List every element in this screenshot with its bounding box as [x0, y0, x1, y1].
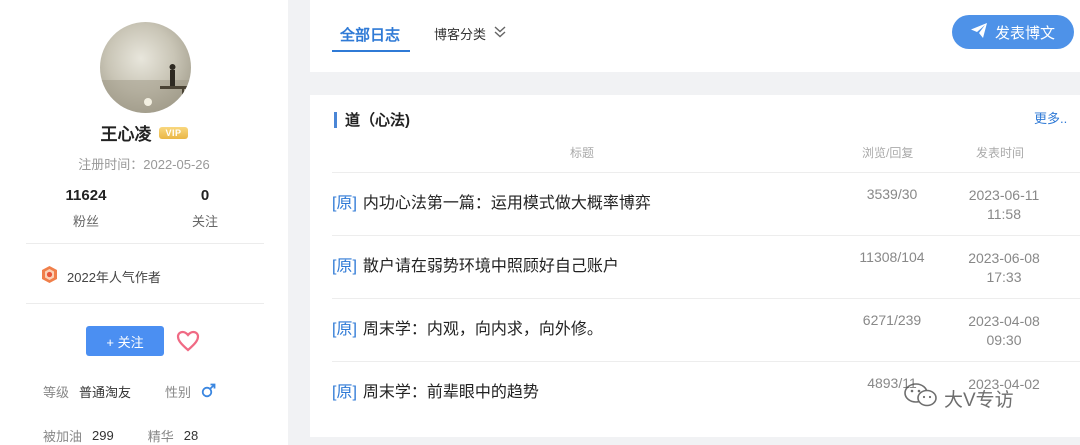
original-tag: [原] — [332, 384, 357, 401]
article-title[interactable]: 内功心法第一篇：运用模式做大概率博弈 — [363, 189, 651, 213]
male-icon — [201, 383, 216, 401]
section-title-text: 道（心法) — [345, 112, 410, 129]
article-views: 6271/239 — [862, 312, 922, 328]
cheer-value: 299 — [92, 428, 114, 443]
watermark: 大V专访 — [904, 382, 1014, 414]
tab-blog-category[interactable]: 博客分类 — [434, 24, 506, 43]
article-title[interactable]: 散户请在弱势环境中照顾好自己账户 — [363, 252, 619, 276]
article-date-day: 2023-04-08 — [968, 313, 1040, 329]
active-tab-underline — [332, 50, 410, 52]
fans-count: 11624 — [65, 187, 107, 204]
register-date: 注册时间：2022-05-26 — [78, 157, 210, 172]
article-date-day: 2023-06-11 — [968, 187, 1040, 203]
chevron-down-icon — [494, 26, 506, 41]
tab-all-logs[interactable]: 全部日志 — [340, 24, 400, 45]
gender-label: 性别 — [165, 385, 192, 400]
article-date: 2023-06-11 11:58 — [952, 186, 1056, 224]
cheer-row: 被加油 299 精华 28 — [43, 426, 198, 445]
publish-post-label: 发表博文 — [994, 24, 1055, 42]
original-tag: [原] — [332, 195, 357, 212]
article-date-time: 09:30 — [986, 332, 1022, 348]
follow-stat[interactable]: 0 关注 — [145, 187, 265, 230]
original-tag: [原] — [332, 258, 357, 275]
fans-stat[interactable]: 11624 粉丝 — [26, 187, 146, 230]
article-date-time: 11:58 — [987, 206, 1021, 222]
column-views: 浏览/回复 — [862, 146, 914, 160]
essence-label: 精华 — [147, 429, 174, 444]
section-marker — [334, 111, 337, 128]
article-title[interactable]: 周末学：前辈眼中的趋势 — [363, 378, 539, 402]
article-row[interactable]: [原] 内功心法第一篇：运用模式做大概率博弈 3539/30 2023-06-11… — [332, 172, 1080, 235]
tab-bar: 全部日志 博客分类 发表博文 — [310, 0, 1080, 72]
wechat-icon — [904, 382, 938, 414]
watermark-text: 大V专访 — [944, 389, 1014, 411]
avatar[interactable] — [100, 22, 191, 113]
award-text: 2022年人气作者 — [67, 269, 161, 285]
article-row[interactable]: [原] 周末学：内观，向内求，向外修。 6271/239 2023-04-08 09… — [332, 298, 1080, 361]
article-date: 2023-06-08 17:33 — [952, 249, 1056, 287]
divider — [26, 303, 264, 304]
more-link[interactable]: 更多.. — [1034, 108, 1067, 127]
cheer-label: 被加油 — [43, 429, 83, 444]
divider — [26, 243, 264, 244]
article-date-time: 17:33 — [986, 269, 1022, 285]
follow-label: 关注 — [191, 214, 218, 229]
level-label: 等级 — [43, 385, 70, 400]
article-row[interactable]: [原] 散户请在弱势环境中照顾好自己账户 11308/104 2023-06-08… — [332, 235, 1080, 298]
vip-badge: VIP — [159, 126, 188, 139]
section-title: 道（心法) — [334, 109, 410, 130]
article-views: 11308/104 — [859, 249, 925, 265]
follow-count: 0 — [200, 187, 210, 204]
essence-value: 28 — [183, 428, 199, 443]
fans-label: 粉丝 — [72, 214, 99, 229]
article-title[interactable]: 周末学：内观，向内求，向外修。 — [363, 315, 603, 339]
original-tag: [原] — [332, 321, 357, 338]
publish-post-button[interactable]: 发表博文 — [952, 15, 1074, 49]
paper-plane-icon — [970, 22, 987, 42]
profile-card: 王心凌 VIP 注册时间：2022-05-26 11624 粉丝 0 关注 20… — [0, 0, 288, 445]
heart-icon[interactable] — [176, 330, 200, 357]
award-badge: 2022年人气作者 — [40, 265, 161, 287]
article-date: 2023-04-08 09:30 — [952, 312, 1056, 350]
article-date-day: 2023-06-08 — [968, 250, 1040, 266]
column-title: 标题 — [570, 146, 595, 160]
article-views: 3539/30 — [866, 186, 918, 202]
level-row: 等级 普通淘友 性别 — [43, 382, 216, 401]
tab-blog-category-label: 博客分类 — [434, 27, 487, 42]
award-icon — [40, 265, 59, 287]
follow-button[interactable]: + 关注 — [86, 326, 164, 356]
level-value: 普通淘友 — [79, 385, 132, 400]
column-date: 发表时间 — [976, 146, 1025, 160]
username: 王心凌 — [100, 125, 152, 144]
